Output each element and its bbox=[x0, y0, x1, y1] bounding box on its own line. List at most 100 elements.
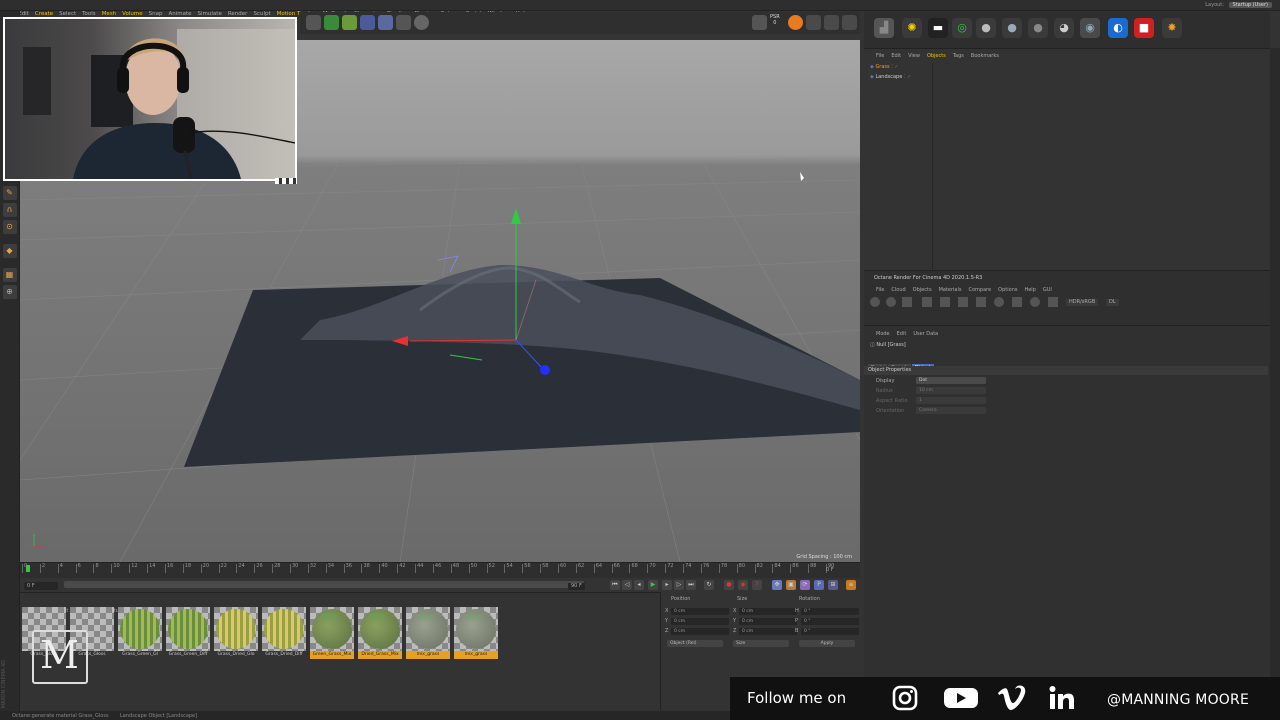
y-axis-arrow[interactable] bbox=[511, 208, 521, 224]
position-field[interactable]: 0 cm bbox=[671, 618, 729, 625]
shading-icon[interactable]: ● bbox=[1028, 18, 1048, 38]
settings-gear-icon[interactable] bbox=[806, 15, 821, 30]
pen-icon[interactable] bbox=[342, 15, 357, 30]
material-thumbnail[interactable]: MIX mix_grass bbox=[406, 607, 450, 661]
octane-menu-file[interactable]: File bbox=[876, 287, 884, 293]
octane-menu-options[interactable]: Options bbox=[998, 287, 1017, 293]
color-space-select[interactable]: HDR/sRGB bbox=[1066, 299, 1099, 306]
prev-frame-icon[interactable]: ◂ bbox=[634, 580, 644, 590]
lock-icon[interactable] bbox=[958, 297, 968, 307]
sphere-icon[interactable]: ● bbox=[976, 18, 996, 38]
pla-key-icon[interactable]: ⊞ bbox=[828, 580, 838, 590]
settings-icon[interactable]: ✸ bbox=[1162, 18, 1182, 38]
material-thumbnail[interactable]: Grass_Green_Diff bbox=[166, 607, 210, 661]
pie-icon[interactable]: ◕ bbox=[1054, 18, 1074, 38]
record-render-icon[interactable]: ■ bbox=[1134, 18, 1154, 38]
rotation-field[interactable]: 0 ° bbox=[801, 608, 859, 615]
grid-tool-icon[interactable]: ▦ bbox=[2, 268, 17, 282]
picker-icon[interactable] bbox=[1030, 297, 1040, 307]
material-thumbnail[interactable]: MIX Green_Grass_Mix bbox=[310, 607, 354, 661]
object-visibility-icon[interactable]: ⁚ ✓ bbox=[902, 74, 911, 80]
size-field[interactable]: 0 cm bbox=[739, 618, 797, 625]
material-thumbnail[interactable]: Grass_Green_Gl bbox=[118, 607, 162, 661]
octane-menu-gui[interactable]: GUI bbox=[1043, 287, 1052, 293]
octane-menu-cloud[interactable]: Cloud bbox=[891, 287, 905, 293]
octane-menu-help[interactable]: Help bbox=[1024, 287, 1035, 293]
loop-icon[interactable]: ↻ bbox=[704, 580, 714, 590]
magnet-tool-icon[interactable]: ∩ bbox=[2, 203, 17, 217]
layout-select[interactable]: Startup (User) bbox=[1228, 2, 1272, 8]
object-menu-tags[interactable]: Tags bbox=[953, 53, 964, 59]
timeline-playhead[interactable] bbox=[26, 565, 30, 572]
max-frame-field[interactable]: 90 F bbox=[568, 583, 585, 590]
size-field[interactable]: 0 cm bbox=[739, 628, 797, 635]
property-value[interactable]: Dot bbox=[916, 377, 986, 384]
attribute-menu-edit[interactable]: Edit bbox=[897, 331, 907, 337]
position-key-icon[interactable]: ✥ bbox=[772, 580, 782, 590]
focus-icon[interactable] bbox=[994, 297, 1004, 307]
region-icon[interactable] bbox=[976, 297, 986, 307]
rotation-field[interactable]: 0 ° bbox=[801, 618, 859, 625]
size-field[interactable]: 0 cm bbox=[739, 608, 797, 615]
go-to-end-icon[interactable]: ⏭ bbox=[686, 580, 696, 590]
prev-key-icon[interactable]: ◁ bbox=[622, 580, 632, 590]
position-field[interactable]: 0 cm bbox=[671, 628, 729, 635]
object-menu-bookmarks[interactable]: Bookmarks bbox=[971, 53, 999, 59]
next-key-icon[interactable]: ▷ bbox=[674, 580, 684, 590]
brush-tool-icon[interactable]: ✎ bbox=[2, 186, 17, 200]
sun-icon[interactable]: ✺ bbox=[902, 18, 922, 38]
toggle-icon[interactable]: ◐ bbox=[1108, 18, 1128, 38]
record-icon[interactable]: ● bbox=[724, 580, 734, 590]
snap-icon[interactable] bbox=[788, 15, 803, 30]
z-axis-arrow[interactable] bbox=[540, 365, 550, 375]
material-sphere-icon[interactable]: ● bbox=[1002, 18, 1022, 38]
layout-selector[interactable]: Layout: Startup (User) bbox=[1205, 2, 1272, 8]
import-icon[interactable] bbox=[752, 15, 767, 30]
octane-icon[interactable]: ◎ bbox=[952, 18, 972, 38]
scale-key-icon[interactable]: ▣ bbox=[786, 580, 796, 590]
render-start-icon[interactable] bbox=[870, 297, 880, 307]
material-thumbnail[interactable]: MIX mix_grass bbox=[454, 607, 498, 661]
subdivide-icon[interactable] bbox=[360, 15, 375, 30]
right-scrollbar[interactable] bbox=[1270, 48, 1280, 710]
render-settings-icon[interactable] bbox=[940, 297, 950, 307]
octane-menu-materials[interactable]: Materials bbox=[939, 287, 962, 293]
render-stop-icon[interactable] bbox=[922, 297, 932, 307]
position-field[interactable]: 0 cm bbox=[671, 608, 729, 615]
render-pause-icon[interactable] bbox=[902, 297, 912, 307]
material-thumbnail[interactable]: Grass_Dried_Glo bbox=[214, 607, 258, 661]
autokey-icon[interactable]: ◉ bbox=[738, 580, 748, 590]
play-icon[interactable]: ▶ bbox=[648, 580, 658, 590]
object-menu-view[interactable]: View bbox=[908, 53, 920, 59]
layout-icon[interactable] bbox=[824, 15, 839, 30]
timeline-ruler[interactable]: 0246810121416182022242628303234363840424… bbox=[22, 564, 852, 574]
octane-menu-objects[interactable]: Objects bbox=[913, 287, 932, 293]
deformer-icon[interactable] bbox=[396, 15, 411, 30]
camera-icon[interactable] bbox=[842, 15, 857, 30]
area-light-icon[interactable]: ▬ bbox=[928, 18, 948, 38]
array-icon[interactable] bbox=[378, 15, 393, 30]
export-icon[interactable] bbox=[1048, 297, 1058, 307]
property-display[interactable]: Display Dot bbox=[868, 377, 986, 384]
coord-mode-select[interactable]: Object (Rel) bbox=[667, 640, 723, 647]
workplane-tool-icon[interactable]: ◆ bbox=[2, 244, 17, 258]
object-menu-objects[interactable]: Objects bbox=[927, 53, 946, 59]
move-icon[interactable] bbox=[306, 15, 321, 30]
frame-range-slider[interactable] bbox=[64, 581, 584, 588]
go-to-start-icon[interactable]: ⏮ bbox=[610, 580, 620, 590]
kernel-select[interactable]: DL bbox=[1106, 299, 1119, 306]
timeline-menu-icon[interactable]: ≡ bbox=[846, 580, 856, 590]
param-key-icon[interactable]: P bbox=[814, 580, 824, 590]
object-menu-edit[interactable]: Edit bbox=[891, 53, 901, 59]
attribute-menu-user-data[interactable]: User Data bbox=[913, 331, 938, 337]
material-thumbnail[interactable]: Grass_Dried_Diff bbox=[262, 607, 306, 661]
object-row[interactable]: ◈ Grass ⁚ ✓ bbox=[870, 64, 899, 70]
material-thumbnail[interactable]: MIX Dried_Grass_Mix bbox=[358, 607, 402, 661]
snap-tool-icon[interactable]: ⊙ bbox=[2, 220, 17, 234]
render-view-icon[interactable]: ▟ bbox=[874, 18, 894, 38]
render-restart-icon[interactable] bbox=[886, 297, 896, 307]
attribute-menu-mode[interactable]: Mode bbox=[876, 331, 890, 337]
coord-size-select[interactable]: Size bbox=[733, 640, 789, 647]
object-visibility-icon[interactable]: ⁚ ✓ bbox=[890, 64, 898, 70]
rotation-field[interactable]: 0 ° bbox=[801, 628, 859, 635]
